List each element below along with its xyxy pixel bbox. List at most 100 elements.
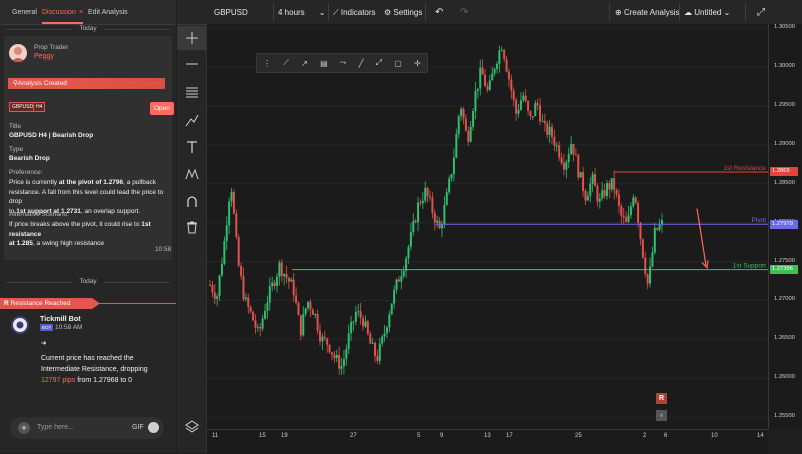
time-tick: 9 [440,433,444,439]
candle-body [527,100,530,112]
candle-body [414,220,417,223]
price-tick: 1.28500 [774,179,795,186]
message-input-bar[interactable]: + Type here... GIF [10,417,164,439]
crosshair-small-icon[interactable]: ✛ [414,59,421,68]
candle-body [476,88,479,91]
open-button[interactable]: Open [150,102,174,115]
settings-button[interactable]: ⚙ Settings [384,0,422,24]
candle-body [622,215,625,218]
time-tick: 13 [484,433,491,439]
candle-body [469,126,472,142]
brush-tool[interactable] [177,108,206,132]
level-label-2: 1st Support [733,263,766,270]
candle-body [314,314,317,316]
preference-label: Preference: [9,169,43,176]
message-input[interactable]: Type here... [37,424,74,431]
time-tick: 2 [643,433,647,439]
candle-body [436,220,439,223]
candle-body [266,302,269,311]
candle-body [362,318,365,327]
add-icon[interactable]: + [18,422,30,434]
trend-line-icon[interactable]: ⟋ [283,58,289,68]
line-icon[interactable]: ╱ [359,59,364,68]
candle-body [402,270,405,277]
time-axis[interactable]: 11 15 19 27 5 9 13 17 25 2 6 10 14 [207,429,768,454]
candle-body [539,105,542,122]
resistance-marker[interactable]: R [656,393,667,404]
candle-body [464,118,467,131]
candle-body [577,154,580,178]
candle-body [472,111,475,127]
horizontal-line-tool[interactable] [177,52,206,76]
candle-body [244,297,247,300]
redo-icon[interactable]: ↷ [460,0,468,24]
candle-body [383,333,386,337]
candle-body [419,202,422,204]
candle-body [218,275,221,297]
path-icon[interactable]: ⤳ [340,58,346,68]
level-price-tag: 1.27396 [770,265,798,275]
ray-icon[interactable]: ↗ [301,59,308,68]
candle-body [421,200,424,204]
price-axis[interactable]: 1.305001.300001.295001.290001.285001.280… [768,24,802,429]
trash-icon[interactable] [177,215,206,239]
divider [745,3,746,21]
candle-body [347,333,350,350]
candle-body [340,366,343,369]
tab-general[interactable]: General [12,0,37,24]
candle-body [369,333,372,344]
candle-body [287,277,290,282]
channel-icon[interactable]: ▤ [320,59,328,68]
idea-marker-icon[interactable]: ♁ [656,410,667,421]
candle-body [247,297,250,307]
divider [679,3,680,21]
chart-area[interactable]: 1st Resistance Pivot 1st Support ⋮ ⟋ ↗ ▤ ⤳… [207,24,768,429]
author-name[interactable]: Peggy [34,52,54,62]
time-tick: 15 [259,433,266,439]
layers-icon[interactable] [177,414,206,438]
candle-body [268,286,271,303]
rectangle-icon[interactable]: ▢ [394,59,402,68]
fib-tool[interactable] [177,80,206,104]
candle-body [333,354,336,358]
symbol-selector[interactable]: GBPUSD [214,0,248,24]
pattern-tool[interactable] [177,162,206,186]
candle-body [486,86,489,90]
candle-body [596,186,599,202]
emoji-icon[interactable] [148,422,159,433]
candle-body [574,154,577,156]
tab-discussion[interactable]: Discussion × [42,0,83,24]
candle-body [445,192,448,205]
candle-body [543,120,546,124]
candlestick-chart[interactable]: 1st Resistance Pivot 1st Support [207,24,768,429]
close-icon[interactable]: × [79,9,83,16]
type-value: Bearish Drop [9,155,50,162]
candle-body [522,95,525,101]
crosshair-tool[interactable] [177,26,206,50]
candle-body [249,306,252,312]
candle-body [309,301,312,310]
drag-handle-icon[interactable]: ⋮ [263,59,271,68]
arrow-line-icon[interactable]: ⤢ [376,58,382,68]
indicators-button[interactable]: ⟋ Indicators [333,0,376,24]
candle-body [328,344,331,353]
tab-edit-analysis[interactable]: Edit Analysis [88,0,128,24]
candle-body [211,285,214,293]
price-tick: 1.26500 [774,335,795,342]
create-analysis-button[interactable]: ⊕ Create Analysis [615,0,680,24]
candle-body [378,343,381,361]
timeframe-selector[interactable]: 4 hours ⌄ [278,0,325,24]
type-label: Type [9,146,24,153]
fullscreen-icon[interactable]: ⤢ [757,0,765,24]
magnet-tool[interactable] [177,189,206,213]
time-tick: 11 [212,433,219,439]
candle-body [431,197,434,213]
candle-body [493,68,496,74]
candle-body [582,172,585,192]
plus-icon: ⊕ [615,8,622,17]
gif-button[interactable]: GIF [132,424,144,431]
layout-selector[interactable]: ☁ Untitled ⌄ [684,0,730,24]
undo-icon[interactable]: ↶ [435,0,443,24]
text-line: Current price has reached the [41,355,134,362]
text-tool[interactable] [177,135,206,159]
